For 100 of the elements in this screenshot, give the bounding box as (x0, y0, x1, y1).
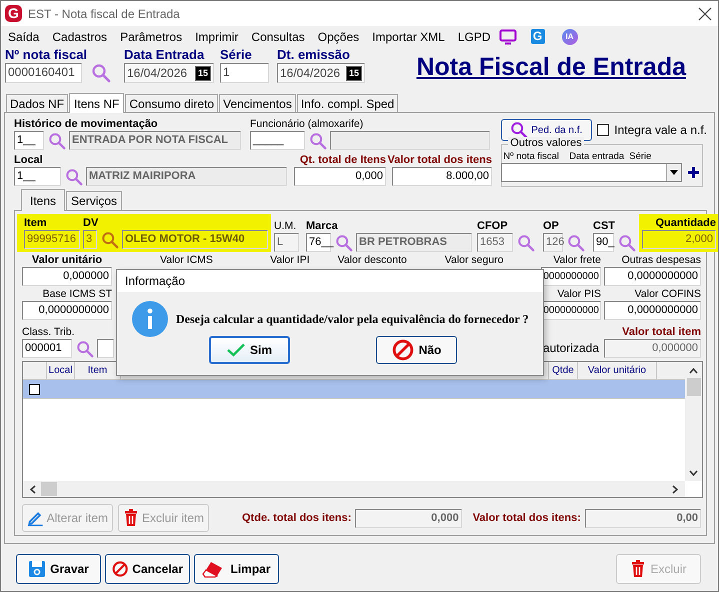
input-field[interactable]: 0,000 (294, 167, 386, 186)
input-field[interactable]: 0000000000 (540, 267, 601, 286)
calendar-button[interactable]: 15 (194, 66, 211, 80)
search-icon[interactable] (309, 132, 327, 150)
ai-badge[interactable]: IA (562, 28, 578, 44)
dialog-message: Deseja calcular a quantidade/valor pela equivalência do fornecedor ? (176, 312, 529, 326)
tab[interactable]: Vencimentos (219, 94, 296, 112)
field-label: Valor ICMS (160, 254, 213, 266)
field-label: Histórico de movimentação (14, 117, 159, 131)
field-label: Nº nota fiscal (5, 47, 88, 62)
dialog-button[interactable]: Não (376, 336, 457, 364)
scroll-thumb[interactable] (41, 482, 57, 496)
date-field[interactable]: 16/04/2026 15 (277, 63, 365, 83)
trash-icon (630, 560, 646, 578)
scroll-down-icon[interactable] (689, 470, 698, 477)
input-field[interactable]: ENTRADA POR NOTA FISCAL (69, 131, 241, 150)
scroll-right-icon[interactable] (672, 484, 679, 494)
tab[interactable]: Info. compl. Sped (296, 94, 398, 112)
input-field[interactable]: 1__ (14, 167, 61, 186)
app-badge[interactable]: G (530, 29, 545, 44)
field-label: DV (83, 216, 100, 230)
field-label: Data Entrada (124, 47, 206, 62)
action-button[interactable]: Gravar (16, 554, 101, 584)
search-icon[interactable] (48, 132, 66, 150)
prohibited-icon (112, 559, 128, 579)
search-icon[interactable] (335, 234, 353, 252)
input-field[interactable]: 90_ (593, 233, 614, 252)
input-field[interactable] (97, 339, 114, 358)
field-label: Valor PIS (557, 287, 601, 301)
input-field[interactable]: 1653 (477, 233, 513, 252)
date-field[interactable]: 16/04/2026 15 (124, 63, 214, 83)
field-label: Qtde. total dos itens: (242, 511, 352, 525)
input-field[interactable] (330, 131, 490, 150)
menu-item[interactable]: Parâmetros (120, 30, 182, 44)
input-field[interactable]: 0000000000 (541, 301, 601, 320)
input-field[interactable]: 0,000000 (22, 267, 112, 286)
field-label: OP (543, 219, 560, 233)
input-field[interactable]: 0000160401 (5, 63, 82, 83)
dialog-button[interactable]: Sim (209, 336, 290, 364)
checkbox-label: Integra vale a n.f. (614, 123, 707, 137)
field-label: Valor frete (553, 253, 601, 267)
tab[interactable]: Itens NF (69, 93, 124, 113)
close-icon[interactable] (698, 6, 712, 20)
search-icon[interactable] (91, 63, 111, 83)
menu-item[interactable]: Imprimir (195, 30, 238, 44)
input-field[interactable]: 126 (543, 233, 563, 252)
input-field[interactable]: 0,000 (355, 508, 462, 528)
input-field[interactable]: L (274, 233, 299, 252)
scroll-up-icon[interactable] (689, 367, 698, 374)
menu-item[interactable]: Consultas (251, 30, 305, 44)
scroll-thumb[interactable] (686, 378, 700, 396)
input-field[interactable]: MATRIZ MAIRIPORA (86, 167, 287, 186)
input-field[interactable]: 2,000 (642, 230, 716, 249)
input-field[interactable]: 0,0000000000 (604, 267, 701, 286)
action-button[interactable]: Limpar (194, 554, 279, 584)
input-field[interactable]: _____ (250, 131, 305, 150)
input-field[interactable]: 000001 (22, 339, 72, 358)
vertical-scrollbar[interactable] (685, 362, 702, 481)
menu-item[interactable]: Cadastros (52, 30, 108, 44)
input-field[interactable]: 0,0000000000 (604, 301, 701, 320)
field-label: CFOP (477, 219, 509, 233)
search-icon[interactable] (517, 234, 535, 252)
action-button[interactable]: Cancelar (105, 554, 190, 584)
scroll-left-icon[interactable] (29, 484, 36, 494)
checkbox[interactable] (29, 384, 40, 394)
tab[interactable]: Consumo direto (125, 94, 218, 112)
tab[interactable]: Itens (21, 189, 66, 211)
menu-item[interactable]: LGPD (458, 30, 491, 44)
input-field[interactable]: OLEO MOTOR - 15W40 (122, 230, 268, 249)
plus-icon[interactable] (688, 166, 700, 178)
input-field[interactable]: 99995716 (24, 230, 80, 249)
app-logo: G (5, 5, 22, 22)
menu-item[interactable]: Saída (8, 30, 40, 44)
tab[interactable]: Serviços (66, 191, 122, 210)
column-label: Série (629, 151, 652, 162)
input-field[interactable]: 0,0000000000 (22, 301, 112, 320)
horizontal-scrollbar[interactable] (23, 481, 685, 497)
menu-item[interactable]: Opções (318, 30, 360, 44)
input-field[interactable]: BR PETROBRAS (356, 233, 472, 252)
input-field[interactable]: 1__ (14, 131, 44, 150)
monitor-icon[interactable] (498, 28, 517, 44)
input-field[interactable]: 1 (220, 63, 269, 83)
search-icon[interactable] (65, 168, 83, 186)
tab[interactable]: Dados NF (6, 94, 68, 112)
field-label: Valor IPI (270, 254, 310, 266)
field-label: Class. Trib. (22, 325, 76, 339)
input-field[interactable]: 3 (83, 230, 97, 249)
checkbox[interactable] (597, 124, 610, 136)
input-field[interactable]: 8.000,00 (392, 167, 492, 186)
input-field[interactable]: 0,00 (584, 508, 701, 528)
input-field[interactable]: 0,000000 (604, 339, 701, 358)
column-label: Nº nota fiscal (503, 151, 560, 162)
search-icon[interactable] (618, 234, 636, 252)
calendar-button[interactable]: 15 (346, 66, 362, 80)
search-icon[interactable] (101, 230, 119, 248)
menu-item[interactable]: Importar XML (372, 30, 445, 44)
search-icon[interactable] (76, 340, 94, 358)
search-icon[interactable] (567, 234, 585, 252)
checkmark-icon (227, 343, 246, 357)
dialog-title: Informação (125, 274, 186, 288)
